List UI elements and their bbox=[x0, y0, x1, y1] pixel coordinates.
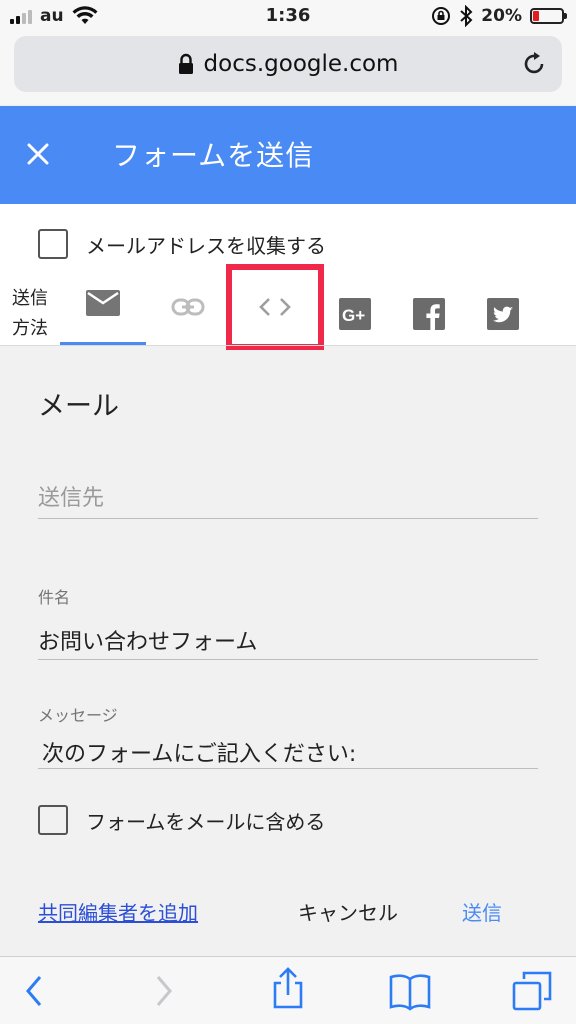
subject-input[interactable]: お問い合わせフォーム bbox=[38, 624, 257, 656]
status-bar: au 1:36 20% bbox=[0, 0, 576, 34]
tab-facebook[interactable] bbox=[404, 298, 454, 360]
subject-field[interactable]: 件名 お問い合わせフォーム bbox=[38, 584, 538, 662]
cancel-button[interactable]: キャンセル bbox=[298, 897, 398, 926]
include-form-checkbox[interactable] bbox=[38, 805, 68, 835]
email-icon bbox=[86, 290, 120, 316]
close-icon[interactable] bbox=[22, 138, 54, 170]
message-input[interactable]: 次のフォームにご記入ください: bbox=[42, 736, 356, 768]
lock-icon bbox=[178, 53, 193, 74]
browser-toolbar bbox=[0, 956, 576, 1024]
battery-percent: 20% bbox=[481, 6, 522, 26]
share-icon[interactable] bbox=[266, 965, 310, 1009]
divider bbox=[0, 345, 576, 346]
dialog-header: フォームを送信 bbox=[0, 106, 576, 204]
collect-email-label: メールアドレスを収集する bbox=[86, 234, 326, 258]
reload-icon[interactable] bbox=[520, 50, 548, 78]
address-bar[interactable]: docs.google.com bbox=[14, 36, 562, 92]
collect-email-checkbox[interactable] bbox=[38, 229, 68, 259]
twitter-icon bbox=[487, 298, 519, 330]
battery-icon bbox=[530, 8, 567, 24]
recipients-input[interactable]: 送信先 bbox=[38, 480, 104, 512]
tab-twitter[interactable] bbox=[478, 298, 528, 360]
message-label: メッセージ bbox=[38, 706, 118, 725]
send-method-label: 送信 方法 bbox=[12, 288, 48, 339]
browser-address-area: docs.google.com bbox=[0, 34, 576, 106]
subject-label: 件名 bbox=[38, 588, 71, 607]
add-collaborators-link[interactable]: 共同編集者を追加 bbox=[38, 897, 198, 926]
message-field[interactable]: メッセージ 次のフォームにご記入ください: bbox=[38, 702, 538, 772]
facebook-icon bbox=[413, 298, 445, 330]
forward-icon[interactable] bbox=[140, 969, 184, 1013]
tab-google-plus[interactable]: G+ bbox=[330, 298, 380, 360]
dialog-title: フォームを送信 bbox=[112, 139, 315, 172]
bluetooth-icon bbox=[460, 5, 473, 27]
battery-level bbox=[533, 11, 539, 21]
send-button[interactable]: 送信 bbox=[462, 897, 502, 926]
include-form-label: フォームをメールに含める bbox=[86, 810, 326, 834]
link-icon bbox=[171, 298, 205, 316]
recipients-field[interactable]: 送信先 bbox=[38, 474, 538, 520]
bookmarks-icon[interactable] bbox=[388, 969, 432, 1013]
svg-text:G+: G+ bbox=[342, 306, 365, 325]
tabs-icon[interactable] bbox=[510, 969, 554, 1013]
url-text: docs.google.com bbox=[203, 51, 399, 77]
back-icon[interactable] bbox=[14, 969, 58, 1013]
annotation-highlight-box bbox=[226, 264, 324, 350]
tab-link[interactable] bbox=[160, 298, 216, 360]
google-plus-icon: G+ bbox=[339, 298, 371, 330]
mail-section-title: メール bbox=[38, 391, 119, 422]
orientation-lock-icon bbox=[432, 7, 451, 25]
